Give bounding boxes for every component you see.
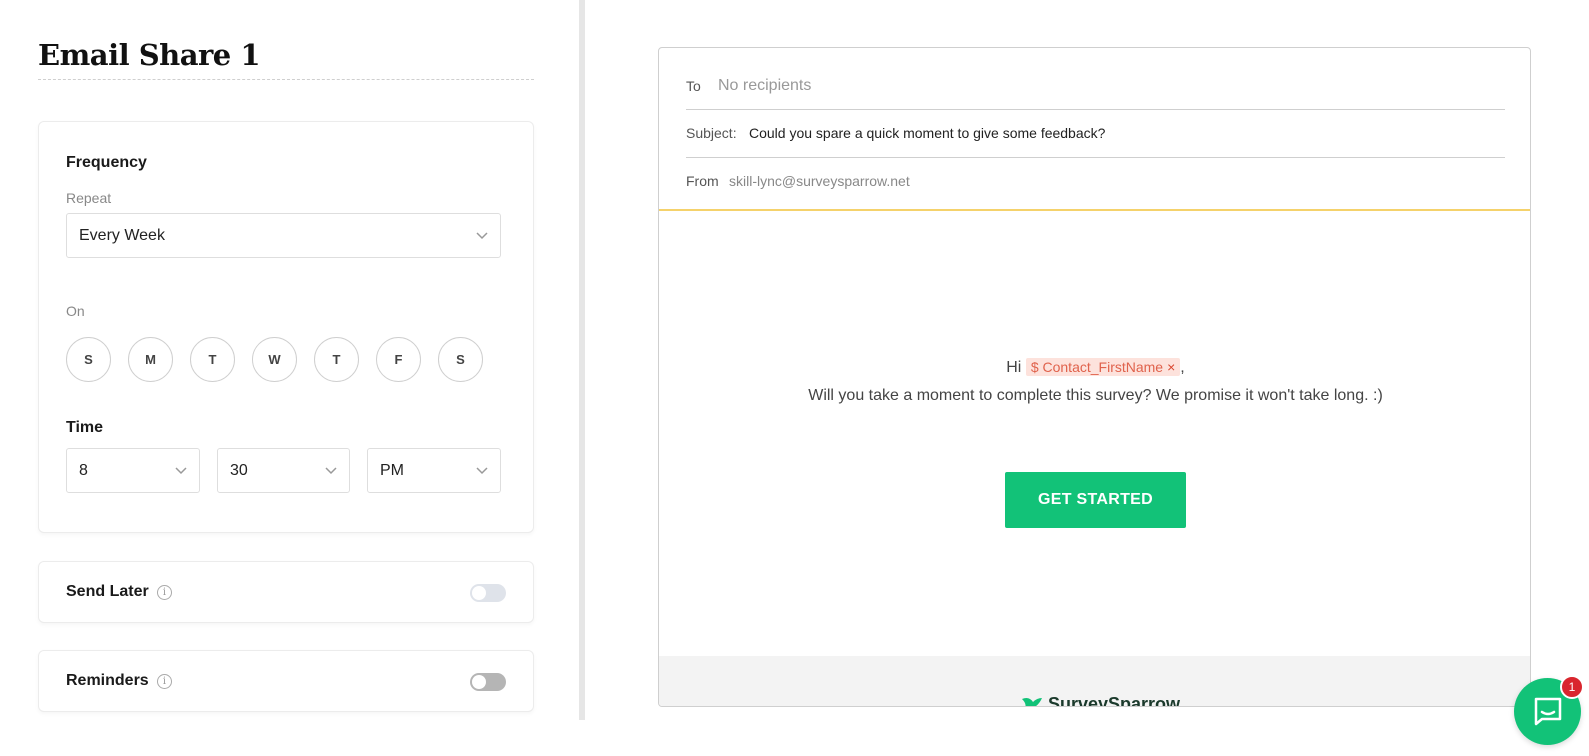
send-later-label: Send Later	[66, 583, 149, 600]
day-friday[interactable]: F	[376, 337, 421, 382]
title-divider	[38, 79, 534, 80]
on-label: On	[66, 303, 85, 319]
subject-row: Subject: Could you spare a quick moment …	[686, 110, 1505, 158]
chevron-down-icon	[325, 464, 337, 476]
from-row: From skill-lync@surveysparrow.net	[686, 158, 1505, 206]
notification-badge: 1	[1560, 675, 1584, 699]
chevron-down-icon	[476, 229, 488, 241]
merge-token-prefix: $	[1030, 359, 1039, 375]
reminders-label: Reminders	[66, 672, 149, 689]
from-label: From	[686, 173, 719, 189]
to-row: To No recipients	[686, 48, 1505, 110]
frequency-card: Frequency Repeat Every Week On S M T W T…	[38, 121, 534, 533]
greeting-suffix: ,	[1180, 359, 1185, 376]
day-tuesday[interactable]: T	[190, 337, 235, 382]
day-sunday[interactable]: S	[66, 337, 111, 382]
panel-divider[interactable]	[579, 0, 585, 720]
greeting-text: Hi	[1006, 359, 1022, 376]
repeat-label: Repeat	[66, 190, 112, 206]
toggle-knob	[472, 675, 486, 689]
chevron-down-icon	[175, 464, 187, 476]
to-label: To	[686, 78, 701, 94]
merge-token[interactable]: $ Contact_FirstName ×	[1025, 358, 1181, 376]
hour-select-value: 8	[79, 462, 88, 479]
get-started-button[interactable]: GET STARTED	[1005, 472, 1186, 528]
subject-field[interactable]: Could you spare a quick moment to give s…	[749, 125, 1105, 141]
email-preview: To No recipients Subject: Could you spar…	[658, 47, 1531, 707]
toggle-knob	[472, 586, 486, 600]
page-title: Email Share 1	[38, 38, 261, 72]
email-footer: SurveySparrow	[659, 656, 1530, 707]
email-body-text: Will you take a moment to complete this …	[808, 387, 1383, 404]
to-field[interactable]: No recipients	[718, 77, 811, 95]
subject-label: Subject:	[686, 125, 737, 141]
chat-icon	[1534, 697, 1562, 726]
frequency-heading: Frequency	[66, 154, 147, 171]
day-saturday[interactable]: S	[438, 337, 483, 382]
day-thursday[interactable]: T	[314, 337, 359, 382]
info-icon[interactable]: i	[157, 674, 172, 689]
day-wednesday[interactable]: W	[252, 337, 297, 382]
send-later-card: Send Later i	[38, 561, 534, 623]
info-icon[interactable]: i	[157, 585, 172, 600]
time-heading: Time	[66, 419, 104, 436]
from-value: skill-lync@surveysparrow.net	[729, 173, 910, 189]
reminders-toggle[interactable]	[470, 673, 506, 691]
minute-select[interactable]: 30	[217, 448, 350, 493]
settings-panel: Email Share 1 Frequency Repeat Every Wee…	[0, 0, 572, 756]
chevron-down-icon	[476, 464, 488, 476]
send-later-toggle[interactable]	[470, 584, 506, 602]
footer-brand-name: SurveySparrow	[1048, 694, 1181, 707]
merge-token-name: Contact_FirstName	[1042, 359, 1164, 375]
surveysparrow-logo-icon	[1022, 697, 1042, 706]
hour-select[interactable]: 8	[66, 448, 200, 493]
header-divider	[659, 209, 1530, 211]
close-icon[interactable]: ×	[1167, 359, 1175, 375]
reminders-card: Reminders i	[38, 650, 534, 712]
repeat-select[interactable]: Every Week	[66, 213, 501, 258]
meridiem-select-value: PM	[380, 462, 404, 479]
greeting-line: Hi $ Contact_FirstName ×,	[659, 358, 1530, 377]
repeat-select-value: Every Week	[79, 227, 165, 244]
footer-brand: SurveySparrow	[1021, 694, 1181, 707]
meridiem-select[interactable]: PM	[367, 448, 501, 493]
minute-select-value: 30	[230, 462, 248, 479]
day-monday[interactable]: M	[128, 337, 173, 382]
